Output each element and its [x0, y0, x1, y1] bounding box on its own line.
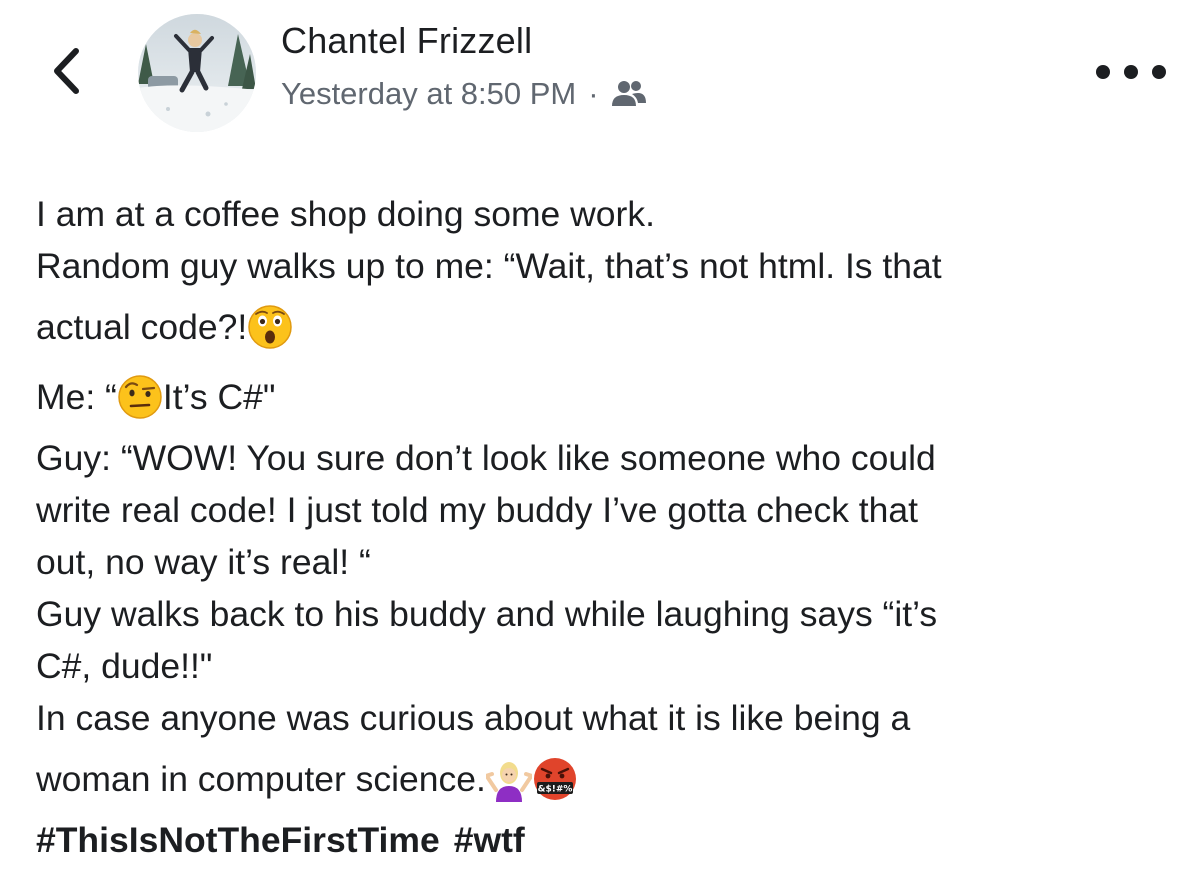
hashtag-link[interactable]: #ThisIsNotTheFirstTime [36, 820, 440, 861]
more-dot-icon [1152, 65, 1166, 79]
more-dot-icon [1096, 65, 1110, 79]
post-text: I am at a coffee shop doing some work. R… [36, 188, 1176, 866]
post-line: Random guy walks up to me: “Wait, that’s… [36, 245, 942, 286]
cursing-symbols-text: &$!#% [537, 785, 572, 795]
post-line: write real code! I just told my buddy I’… [36, 489, 919, 530]
avatar[interactable] [138, 14, 256, 132]
post-meta: Yesterday at 8:50 PM · [281, 76, 647, 112]
raised-eyebrow-face-emoji [118, 375, 162, 419]
post-line: C#, dude!!" [36, 645, 213, 686]
post-line: I am at a coffee shop doing some work. [36, 193, 655, 234]
post-timestamp[interactable]: Yesterday at 8:50 PM [281, 76, 576, 112]
chevron-left-icon [54, 48, 79, 94]
face-with-symbols-emoji: &$!#% [533, 758, 576, 800]
post-line: In case anyone was curious about what it… [36, 697, 911, 738]
astonished-face-emoji [248, 305, 292, 349]
post-line: Guy walks back to his buddy and while la… [36, 593, 938, 634]
post-line: Me: “ It’s C#" [36, 362, 1176, 432]
back-button[interactable] [44, 44, 88, 98]
hashtag-link[interactable]: #wtf [454, 820, 525, 861]
post-line: out, no way it’s real! “ [36, 541, 371, 582]
post-line: Guy: “WOW! You sure don’t look like some… [36, 437, 936, 478]
author-name[interactable]: Chantel Frizzell [281, 20, 532, 62]
hashtag-row: #ThisIsNotTheFirstTime #wtf [36, 814, 1176, 866]
more-options-button[interactable] [1096, 58, 1166, 86]
more-dot-icon [1124, 65, 1138, 79]
meta-separator: · [588, 76, 599, 111]
post-line: actual code?! [36, 292, 1176, 362]
avatar-photo [138, 14, 256, 132]
post-line: woman in computer science. &$!#% [36, 744, 1176, 814]
person-shrugging-emoji [485, 762, 532, 802]
friends-icon[interactable] [611, 79, 647, 109]
